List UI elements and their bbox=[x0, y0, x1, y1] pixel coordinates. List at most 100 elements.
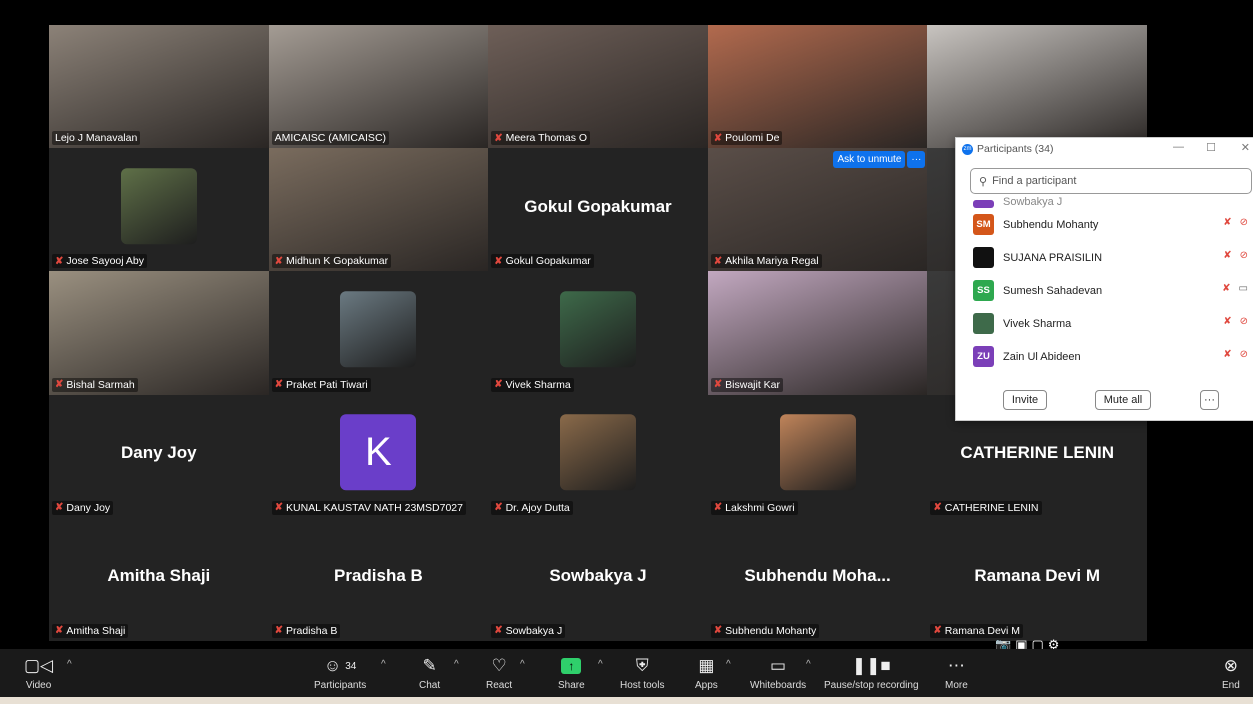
participant-row[interactable]: SUJANA PRAISILIN ✘ ⊘ bbox=[956, 241, 1253, 274]
apps-label: Apps bbox=[695, 680, 718, 691]
video-tile[interactable]: ✘ Vivek Sharma bbox=[488, 271, 708, 395]
tile-more-button[interactable]: ··· bbox=[907, 151, 926, 169]
video-button[interactable]: ▢◁ Video bbox=[24, 655, 53, 691]
avatar bbox=[973, 247, 994, 268]
name-label: ✘ Jose Sayooj Aby bbox=[52, 254, 148, 269]
profile-photo bbox=[559, 291, 636, 368]
video-options-caret[interactable]: ^ bbox=[67, 659, 72, 670]
participant-name: Lakshmi Gowri bbox=[725, 501, 795, 514]
video-tile[interactable]: ✘ Lakshmi Gowri bbox=[707, 394, 928, 518]
apps-options-caret[interactable]: ^ bbox=[726, 659, 731, 670]
chat-icon: ✎ bbox=[422, 656, 437, 675]
invite-button[interactable]: Invite bbox=[1003, 390, 1047, 410]
display-name: Pradisha B bbox=[333, 566, 423, 586]
participant-row-partial[interactable]: Sowbakya J bbox=[956, 196, 1253, 208]
muted-mic-icon[interactable]: ✘ bbox=[1223, 316, 1231, 327]
muted-mic-icon[interactable]: ✘ bbox=[1223, 217, 1231, 228]
muted-mic-icon[interactable]: ✘ bbox=[1223, 349, 1231, 360]
participants-options-caret[interactable]: ^ bbox=[381, 659, 386, 670]
video-tile[interactable]: ✘ Midhun K Gopakumar bbox=[268, 148, 489, 272]
muted-mic-icon[interactable]: ✘ bbox=[1223, 250, 1231, 261]
video-tile[interactable]: ✘ Meera Thomas O bbox=[488, 25, 708, 149]
display-name: Subhendu Moha... bbox=[744, 566, 891, 586]
chat-button[interactable]: ✎ Chat bbox=[419, 655, 440, 691]
participant-row[interactable]: SS Sumesh Sahadevan ✘ ▭ bbox=[956, 274, 1253, 307]
video-off-icon[interactable]: ⊘ bbox=[1240, 217, 1248, 228]
share-options-caret[interactable]: ^ bbox=[598, 659, 603, 670]
muted-mic-icon: ✘ bbox=[494, 625, 503, 637]
video-tile[interactable]: ✘ Poulomi De bbox=[707, 25, 928, 149]
minimize-icon[interactable]: — bbox=[1173, 141, 1184, 153]
taskbar-strip bbox=[0, 697, 1253, 704]
participant-row[interactable]: ZU Zain Ul Abideen ✘ ⊘ bbox=[956, 340, 1253, 373]
participant-name: Dany Joy bbox=[66, 501, 111, 514]
participant-search-input[interactable]: ⚲ Find a participant bbox=[970, 168, 1252, 194]
video-tile[interactable]: Subhendu Moha... ✘ Subhendu Mohanty bbox=[707, 517, 928, 641]
share-button[interactable]: ↑ Share bbox=[558, 655, 585, 691]
video-tile[interactable]: Ramana Devi M ✘ Ramana Devi M bbox=[927, 517, 1147, 641]
name-label: ✘ CATHERINE LENIN bbox=[930, 500, 1042, 515]
video-tile[interactable]: Pradisha B ✘ Pradisha B bbox=[268, 517, 489, 641]
participants-button[interactable]: ☺ 34 Participants bbox=[314, 655, 366, 691]
video-tile[interactable]: AMICAISC (AMICAISC) bbox=[268, 25, 489, 149]
whiteboards-button[interactable]: ▭ Whiteboards bbox=[750, 655, 806, 691]
video-tile[interactable]: ✘ Biswajit Kar bbox=[707, 271, 928, 395]
muted-mic-icon: ✘ bbox=[494, 132, 503, 144]
recording-button[interactable]: ❚❚■ Pause/stop recording bbox=[824, 655, 919, 691]
video-off-icon[interactable]: ⊘ bbox=[1240, 349, 1248, 360]
profile-photo bbox=[120, 167, 197, 244]
name-label: ✘ Subhendu Mohanty bbox=[710, 623, 820, 638]
end-button[interactable]: ⊗ End bbox=[1222, 655, 1240, 691]
video-tile[interactable]: Sowbakya J ✘ Sowbakya J bbox=[488, 517, 708, 641]
react-button[interactable]: ♡ React bbox=[486, 655, 512, 691]
apps-button[interactable]: ▦ Apps bbox=[695, 655, 718, 691]
meeting-toolbar: ▢◁ Video ^ ☺ 34 Participants ^ ✎ Chat ^ ♡… bbox=[0, 649, 1253, 697]
participant-name: Poulomi De bbox=[725, 132, 780, 145]
name-label: ✘ Vivek Sharma bbox=[491, 377, 574, 392]
host-tools-button[interactable]: ⛨ Host tools bbox=[620, 655, 664, 691]
video-tile[interactable]: ✘ Jose Sayooj Aby bbox=[49, 148, 269, 272]
apps-icon: ▦ bbox=[698, 656, 715, 675]
muted-mic-icon: ✘ bbox=[933, 502, 942, 514]
video-tile[interactable]: Ask to unmute ··· ✘ Akhila Mariya Regal bbox=[707, 148, 928, 272]
video-tile[interactable]: Dany Joy ✘ Dany Joy bbox=[49, 394, 269, 518]
muted-mic-icon: ✘ bbox=[55, 502, 64, 514]
participant-row[interactable]: Vivek Sharma ✘ ⊘ bbox=[956, 307, 1253, 340]
more-dots-icon: ⋯ bbox=[947, 656, 965, 675]
video-tile[interactable]: ✘ Praket Pati Tiwari bbox=[268, 271, 489, 395]
end-label: End bbox=[1222, 680, 1240, 691]
whiteboards-options-caret[interactable]: ^ bbox=[806, 659, 811, 670]
video-tile[interactable]: Lejo J Manavalan bbox=[49, 25, 269, 149]
video-tile[interactable]: ✘ Bishal Sarmah bbox=[49, 271, 269, 395]
video-on-icon[interactable]: ▭ bbox=[1239, 283, 1248, 294]
close-icon[interactable]: ✕ bbox=[1241, 141, 1250, 154]
muted-mic-icon: ✘ bbox=[713, 132, 723, 144]
chat-label: Chat bbox=[419, 680, 441, 691]
muted-mic-icon[interactable]: ✘ bbox=[1222, 283, 1230, 294]
participant-list[interactable]: Sowbakya J SM Subhendu Mohanty ✘ ⊘ SUJANA PR… bbox=[956, 196, 1253, 374]
participant-count: 34 bbox=[345, 660, 357, 672]
video-tile[interactable] bbox=[927, 25, 1147, 149]
mute-all-button[interactable]: Mute all bbox=[1095, 390, 1151, 410]
video-tile[interactable]: K ✘ KUNAL KAUSTAV NATH 23MSD7027 bbox=[268, 394, 489, 518]
video-tile[interactable]: ✘ Dr. Ajoy Dutta bbox=[488, 394, 708, 518]
react-options-caret[interactable]: ^ bbox=[520, 659, 525, 670]
ask-to-unmute-button[interactable]: Ask to unmute bbox=[833, 151, 906, 169]
participant-video bbox=[707, 271, 928, 395]
participant-name: Midhun K Gopakumar bbox=[285, 255, 389, 268]
more-button[interactable]: ⋯ More bbox=[945, 655, 968, 691]
avatar bbox=[973, 313, 994, 334]
chat-options-caret[interactable]: ^ bbox=[454, 659, 459, 670]
display-name: Dany Joy bbox=[121, 443, 197, 463]
maximize-icon[interactable]: ☐ bbox=[1206, 141, 1216, 154]
video-off-icon[interactable]: ⊘ bbox=[1240, 250, 1248, 261]
participant-row[interactable]: SM Subhendu Mohanty ✘ ⊘ bbox=[956, 208, 1253, 241]
participant-name: AMICAISC (AMICAISC) bbox=[274, 132, 387, 145]
video-tile[interactable]: Amitha Shaji ✘ Amitha Shaji bbox=[49, 517, 269, 641]
name-label: ✘ Gokul Gopakumar bbox=[491, 254, 594, 269]
display-name: Gokul Gopakumar bbox=[524, 196, 672, 216]
video-off-icon[interactable]: ⊘ bbox=[1240, 316, 1248, 327]
profile-photo bbox=[779, 414, 856, 491]
video-tile[interactable]: Gokul Gopakumar ✘ Gokul Gopakumar bbox=[488, 148, 708, 272]
panel-more-button[interactable]: ··· bbox=[1200, 390, 1219, 410]
